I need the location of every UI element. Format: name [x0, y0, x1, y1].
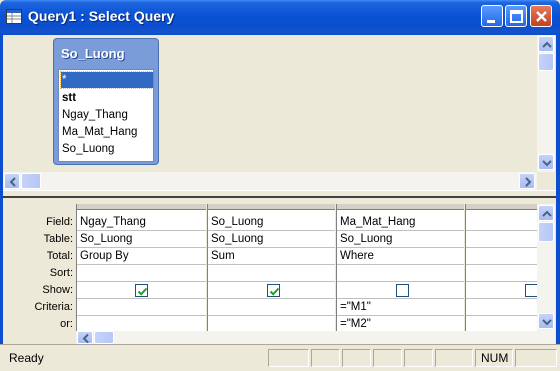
show-checkbox[interactable] — [396, 284, 409, 297]
num-lock-indicator: NUM — [481, 351, 509, 365]
field-list-item[interactable]: stt — [61, 90, 153, 106]
row-label-table: Table: — [43, 233, 73, 245]
table-cell[interactable]: So_Luong — [208, 231, 335, 248]
row-label-total: Total: — [46, 250, 73, 262]
chevron-down-icon — [542, 160, 552, 167]
row-label-criteria: Criteria: — [34, 301, 73, 313]
chevron-down-icon — [542, 319, 552, 326]
status-pane — [404, 349, 433, 367]
sort-cell[interactable] — [77, 265, 206, 282]
title-bar[interactable]: Query1 : Select Query — [0, 0, 560, 33]
scroll-thumb[interactable] — [21, 173, 41, 189]
status-pane — [311, 349, 340, 367]
column-selector[interactable] — [337, 204, 464, 210]
show-checkbox[interactable] — [135, 284, 148, 297]
total-cell[interactable] — [466, 248, 537, 265]
grid-column[interactable] — [465, 204, 537, 335]
column-selector[interactable] — [466, 204, 537, 210]
field-cell[interactable]: Ma_Mat_Hang — [337, 214, 464, 231]
row-label-show: Show: — [42, 284, 73, 296]
row-label-field: Field: — [46, 216, 73, 228]
field-list-item[interactable]: Ngay_Thang — [61, 107, 153, 123]
maximize-icon — [510, 10, 523, 23]
field-list-title[interactable]: So_Luong — [61, 46, 125, 61]
chevron-up-icon — [542, 41, 552, 48]
criteria-cell[interactable]: ="M1" — [337, 299, 464, 316]
maximize-button[interactable] — [505, 5, 527, 27]
field-list-item[interactable]: So_Luong — [61, 141, 153, 157]
table-area[interactable]: So_Luong * stt Ngay_Thang Ma_Mat_Hang So… — [3, 35, 540, 173]
criteria-cell[interactable] — [208, 299, 335, 316]
scroll-down-button[interactable] — [538, 154, 554, 170]
grid-vertical-scrollbar[interactable] — [537, 204, 555, 331]
show-cell[interactable] — [77, 282, 206, 299]
minimize-icon — [487, 20, 495, 23]
grid-column[interactable]: So_Luong So_Luong Sum — [207, 204, 335, 335]
scroll-right-button[interactable] — [519, 173, 535, 189]
status-pane — [268, 349, 309, 367]
scroll-up-button[interactable] — [538, 36, 554, 52]
upper-vertical-scrollbar[interactable] — [537, 35, 555, 172]
pane-splitter[interactable] — [3, 190, 556, 198]
field-list-item[interactable]: Ma_Mat_Hang — [61, 124, 153, 140]
status-pane — [435, 349, 473, 367]
show-cell[interactable] — [208, 282, 335, 299]
show-checkbox[interactable] — [525, 284, 537, 297]
field-list[interactable]: * stt Ngay_Thang Ma_Mat_Hang So_Luong — [58, 69, 154, 162]
sort-cell[interactable] — [337, 265, 464, 282]
design-grid[interactable]: Field: Table: Total: Sort: Show: Criteri… — [3, 198, 556, 344]
status-pane — [515, 349, 557, 367]
chevron-up-icon — [542, 210, 552, 217]
scroll-left-button[interactable] — [4, 173, 20, 189]
field-list-item[interactable]: * — [60, 71, 153, 89]
show-cell[interactable] — [466, 282, 537, 299]
scroll-down-button[interactable] — [538, 313, 554, 329]
field-list-box[interactable]: So_Luong * stt Ngay_Thang Ma_Mat_Hang So… — [53, 38, 159, 165]
scroll-thumb[interactable] — [538, 222, 554, 242]
minimize-button[interactable] — [481, 5, 503, 27]
status-bar: Ready NUM — [0, 344, 560, 371]
window-title: Query1 : Select Query — [28, 8, 175, 24]
scroll-left-button[interactable] — [77, 331, 93, 344]
scroll-thumb[interactable] — [538, 53, 554, 71]
grid-column[interactable]: Ngay_Thang So_Luong Group By — [76, 204, 206, 335]
upper-horizontal-scrollbar[interactable] — [3, 172, 537, 190]
close-button[interactable] — [530, 5, 552, 27]
table-cell[interactable] — [466, 231, 537, 248]
scroll-up-button[interactable] — [538, 205, 554, 221]
sort-cell[interactable] — [208, 265, 335, 282]
table-cell[interactable]: So_Luong — [337, 231, 464, 248]
table-pane[interactable]: So_Luong * stt Ngay_Thang Ma_Mat_Hang So… — [3, 35, 556, 190]
checkmark-icon — [137, 287, 148, 296]
field-cell[interactable]: So_Luong — [208, 214, 335, 231]
checkmark-icon — [269, 287, 280, 296]
row-label-or: or: — [60, 318, 73, 330]
chevron-right-icon — [525, 177, 532, 187]
column-selector[interactable] — [77, 204, 206, 210]
total-cell[interactable]: Group By — [77, 248, 206, 265]
status-pane — [342, 349, 371, 367]
table-cell[interactable]: So_Luong — [77, 231, 206, 248]
field-cell[interactable] — [466, 214, 537, 231]
total-cell[interactable]: Where — [337, 248, 464, 265]
grid-column[interactable]: Ma_Mat_Hang So_Luong Where ="M1" ="M2" — [336, 204, 464, 335]
total-cell[interactable]: Sum — [208, 248, 335, 265]
row-label-sort: Sort: — [49, 267, 73, 279]
grid-horizontal-scrollbar[interactable] — [76, 331, 555, 344]
sort-cell[interactable] — [466, 265, 537, 282]
criteria-cell[interactable] — [466, 299, 537, 316]
show-checkbox[interactable] — [267, 284, 280, 297]
chevron-left-icon — [9, 177, 16, 187]
show-cell[interactable] — [337, 282, 464, 299]
criteria-cell[interactable] — [77, 299, 206, 316]
field-cell[interactable]: Ngay_Thang — [77, 214, 206, 231]
column-selector[interactable] — [208, 204, 335, 210]
scroll-thumb[interactable] — [94, 331, 114, 344]
status-text: Ready — [9, 351, 44, 365]
status-pane — [373, 349, 402, 367]
query-icon[interactable] — [6, 9, 22, 24]
close-icon — [536, 11, 547, 22]
